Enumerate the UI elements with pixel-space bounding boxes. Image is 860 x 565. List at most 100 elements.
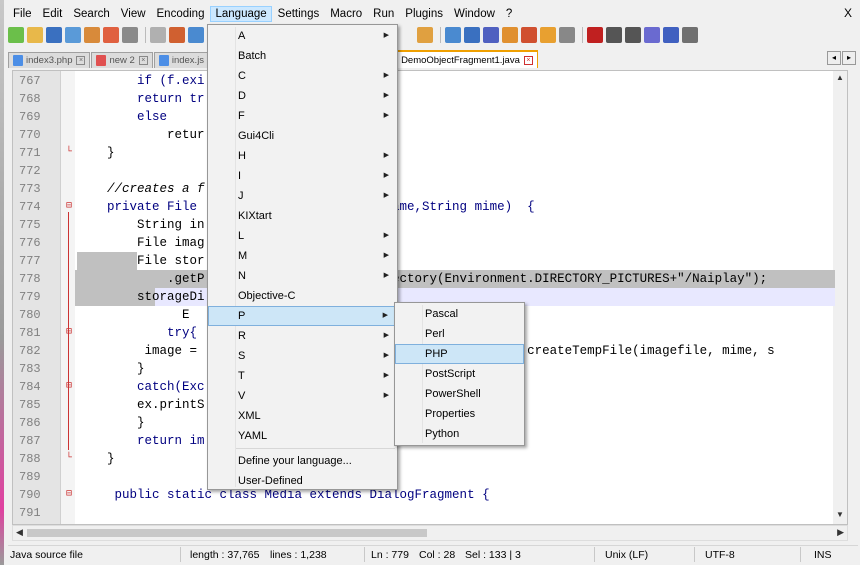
code-line[interactable]: 776 File imag — [13, 234, 835, 252]
language-p-item-powershell[interactable]: PowerShell — [395, 384, 524, 404]
language-menu-item-t[interactable]: T ▶ — [208, 366, 397, 386]
language-menu-item-gui4cli[interactable]: Gui4Cli — [208, 126, 397, 146]
language-p-item-postscript[interactable]: PostScript — [395, 364, 524, 384]
language-menu-item-xml[interactable]: XML — [208, 406, 397, 426]
toolbar-button-icon[interactable] — [188, 27, 204, 43]
scroll-left-icon[interactable]: ◀ — [16, 527, 23, 538]
code-line[interactable]: 768 return tr — [13, 90, 835, 108]
code-line[interactable]: 772 — [13, 162, 835, 180]
scroll-down-icon[interactable]: ▼ — [834, 510, 846, 522]
tab-new-2[interactable]: new 2 × — [91, 52, 153, 68]
menu-search[interactable]: Search — [68, 6, 114, 22]
toolbar-button-icon[interactable] — [521, 27, 537, 43]
language-menu-item-f[interactable]: F ▶ — [208, 106, 397, 126]
code-line[interactable]: 770 retur — [13, 126, 835, 144]
close-tab-icon[interactable]: × — [523, 55, 533, 65]
language-p-item-properties[interactable]: Properties — [395, 404, 524, 424]
toolbar-button-icon[interactable] — [8, 27, 24, 43]
language-menu-item-batch[interactable]: Batch — [208, 46, 397, 66]
code-line[interactable]: 771 └ } — [13, 144, 835, 162]
tab-demoobjectfragment1-java[interactable]: DemoObjectFragment1.java × — [383, 50, 538, 68]
code-line[interactable]: 789 — [13, 468, 835, 486]
menu-language[interactable]: Language — [210, 6, 272, 22]
fold-toggle-icon[interactable]: ⊟ — [63, 324, 75, 342]
code-line[interactable]: 774 ⊟ private File ame,String mime) { — [13, 198, 835, 216]
scroll-up-icon[interactable]: ▲ — [834, 73, 846, 85]
code-line[interactable]: 778 .getP ectory(Environment.DIRECTORY_P… — [13, 270, 835, 288]
language-menu-item-h[interactable]: H ▶ — [208, 146, 397, 166]
toolbar-button-icon[interactable] — [682, 27, 698, 43]
toolbar-button-icon[interactable] — [483, 27, 499, 43]
language-p-item-php[interactable]: PHP — [395, 344, 524, 364]
toolbar-button-icon[interactable] — [445, 27, 461, 43]
code-line[interactable]: 777 File stor — [13, 252, 835, 270]
toolbar-button-icon[interactable] — [464, 27, 480, 43]
define-language-menu-item[interactable]: Define your language... — [208, 451, 397, 471]
language-menu-item-m[interactable]: M ▶ — [208, 246, 397, 266]
toolbar-button-icon[interactable] — [540, 27, 556, 43]
code-line[interactable]: 773 //creates a f — [13, 180, 835, 198]
toolbar-button-icon[interactable] — [150, 27, 166, 43]
close-document-button[interactable]: X — [844, 6, 852, 20]
menu-file[interactable]: File — [8, 6, 37, 22]
horizontal-scrollbar[interactable]: ◀ ▶ — [12, 525, 848, 541]
close-tab-icon[interactable]: × — [138, 56, 148, 65]
scrollbar-thumb[interactable] — [27, 529, 427, 537]
fold-toggle-icon[interactable]: ⊟ — [63, 198, 75, 216]
toolbar-button-icon[interactable] — [625, 27, 641, 43]
tab-index3-php[interactable]: index3.php × — [8, 52, 91, 68]
menu-edit[interactable]: Edit — [38, 6, 68, 22]
toolbar-button-icon[interactable] — [644, 27, 660, 43]
language-menu-item-s[interactable]: S ▶ — [208, 346, 397, 366]
code-editor[interactable]: ▲ ▼ 767 if (f.exi 768 return tr 769 else 77… — [12, 70, 848, 525]
language-menu-item-v[interactable]: V ▶ — [208, 386, 397, 406]
user-defined-menu-item[interactable]: User-Defined — [208, 471, 397, 491]
toolbar-button-icon[interactable] — [103, 27, 119, 43]
language-menu-item-a[interactable]: A ▶ — [208, 26, 397, 46]
language-menu-item-yaml[interactable]: YAML — [208, 426, 397, 446]
toolbar-button-icon[interactable] — [559, 27, 575, 43]
fold-toggle-icon[interactable]: ⊟ — [63, 378, 75, 396]
language-menu-item-kixtart[interactable]: KIXtart — [208, 206, 397, 226]
language-menu-item-l[interactable]: L ▶ — [208, 226, 397, 246]
toolbar-button-icon[interactable] — [84, 27, 100, 43]
menu-view[interactable]: View — [116, 6, 151, 22]
toolbar-button-icon[interactable] — [27, 27, 43, 43]
language-menu-item-n[interactable]: N ▶ — [208, 266, 397, 286]
language-menu-item-d[interactable]: D ▶ — [208, 86, 397, 106]
language-menu-item-j[interactable]: J ▶ — [208, 186, 397, 206]
tab-scroll-left-button[interactable]: ◂ — [827, 51, 841, 65]
menu-plugins[interactable]: Plugins — [400, 6, 448, 22]
language-menu-item-c[interactable]: C ▶ — [208, 66, 397, 86]
close-tab-icon[interactable]: × — [76, 56, 86, 65]
toolbar-button-icon[interactable] — [663, 27, 679, 43]
language-p-item-python[interactable]: Python — [395, 424, 524, 444]
language-p-item-perl[interactable]: Perl — [395, 324, 524, 344]
toolbar-button-icon[interactable] — [587, 27, 603, 43]
menu-settings[interactable]: Settings — [273, 6, 325, 22]
language-p-item-pascal[interactable]: Pascal — [395, 304, 524, 324]
toolbar-button-icon[interactable] — [46, 27, 62, 43]
menu-window[interactable]: Window — [449, 6, 500, 22]
toolbar-button-icon[interactable] — [417, 27, 433, 43]
toolbar-button-icon[interactable] — [169, 27, 185, 43]
code-line[interactable]: 790 ⊟ public static class Media extends D… — [13, 486, 835, 504]
code-line[interactable]: 788 └ } — [13, 450, 835, 468]
menu-help[interactable]: ? — [501, 6, 517, 22]
menu-run[interactable]: Run — [368, 6, 399, 22]
tab-scroll-right-button[interactable]: ▸ — [842, 51, 856, 65]
fold-toggle-icon[interactable]: ⊟ — [63, 486, 75, 504]
vertical-scrollbar[interactable]: ▲ ▼ — [833, 71, 847, 524]
language-menu-item-p[interactable]: P ▶ — [208, 306, 397, 326]
language-menu-item-r[interactable]: R ▶ — [208, 326, 397, 346]
language-menu-item-objective-c[interactable]: Objective-C — [208, 286, 397, 306]
code-line[interactable]: 791 — [13, 504, 835, 522]
menu-encoding[interactable]: Encoding — [152, 6, 210, 22]
toolbar-button-icon[interactable] — [122, 27, 138, 43]
toolbar-button-icon[interactable] — [65, 27, 81, 43]
code-line[interactable]: 769 else — [13, 108, 835, 126]
toolbar-button-icon[interactable] — [606, 27, 622, 43]
language-menu-item-i[interactable]: I ▶ — [208, 166, 397, 186]
toolbar-button-icon[interactable] — [502, 27, 518, 43]
menu-macro[interactable]: Macro — [325, 6, 367, 22]
